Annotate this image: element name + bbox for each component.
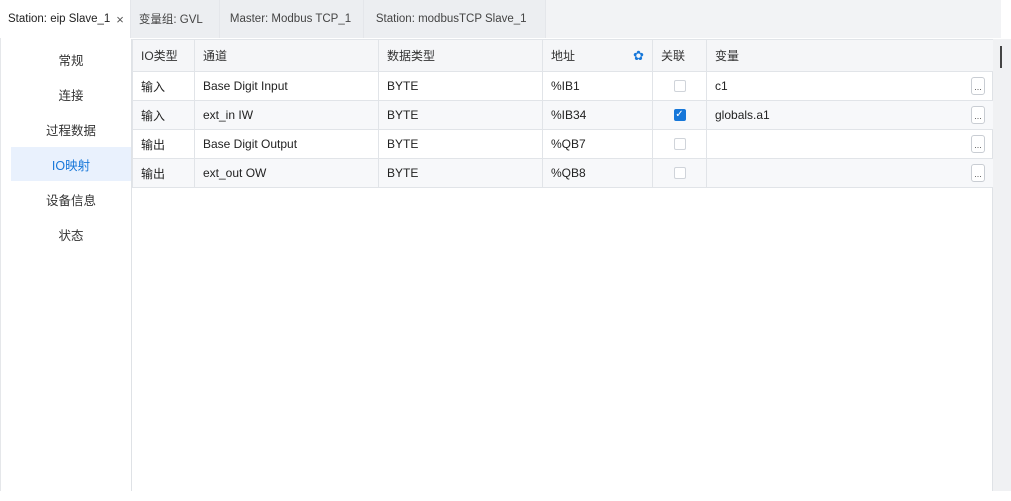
- sidebar-item-device-info[interactable]: 设备信息: [11, 182, 131, 216]
- sidebar-item-connection[interactable]: 连接: [11, 77, 131, 111]
- tab-label: Master: Modbus TCP_1: [229, 13, 352, 25]
- vertical-scrollbar[interactable]: [993, 39, 1011, 491]
- cell-address: %QB7: [542, 129, 653, 159]
- cell-channel: ext_out OW: [194, 158, 379, 188]
- col-header-linked[interactable]: 关联: [652, 39, 707, 72]
- io-mapping-table: IO类型 通道 数据类型 地址 ✿ 关联 变量 输入 Base Digit In…: [131, 39, 994, 491]
- browse-variable-button[interactable]: ...: [971, 77, 985, 95]
- sidebar: 常规 连接 过程数据 IO映射 设备信息 状态: [11, 38, 131, 491]
- cell-channel: Base Digit Input: [194, 71, 379, 101]
- cell-data-type: BYTE: [378, 100, 543, 130]
- cell-variable[interactable]: globals.a1...: [706, 100, 994, 130]
- cell-address: %IB1: [542, 71, 653, 101]
- col-header-variable[interactable]: 变量: [706, 39, 994, 72]
- table-row[interactable]: 输入 Base Digit Input BYTE %IB1 c1...: [132, 71, 994, 101]
- linked-checkbox[interactable]: [673, 138, 686, 150]
- variable-value: c1: [715, 79, 728, 93]
- tab-bar: Station: eip Slave_1 × 变量组: GVL Master: …: [0, 0, 1001, 38]
- cell-address: %IB34: [542, 100, 653, 130]
- table-row[interactable]: 输出 ext_out OW BYTE %QB8 ...: [132, 158, 994, 188]
- table-row[interactable]: 输入 ext_in IW BYTE %IB34 ✓ globals.a1...: [132, 100, 994, 130]
- cell-data-type: BYTE: [378, 71, 543, 101]
- sidebar-item-process-data[interactable]: 过程数据: [11, 112, 131, 146]
- sidebar-item-io-mapping[interactable]: IO映射: [11, 147, 131, 181]
- gear-icon[interactable]: ✿: [633, 48, 644, 64]
- cell-variable[interactable]: c1...: [706, 71, 994, 101]
- cell-io-type: 输入: [132, 100, 195, 130]
- cell-linked: [652, 129, 707, 159]
- io-table: IO类型 通道 数据类型 地址 ✿ 关联 变量 输入 Base Digit In…: [132, 39, 994, 188]
- sidebar-item-label: 过程数据: [45, 123, 96, 138]
- sidebar-item-label: 状态: [58, 228, 84, 243]
- tab-label: Station: eip Slave_1: [8, 13, 111, 25]
- browse-variable-button[interactable]: ...: [971, 164, 985, 182]
- cell-io-type: 输出: [132, 158, 195, 188]
- tab-modbus-master[interactable]: Master: Modbus TCP_1: [219, 0, 364, 38]
- cell-address: %QB8: [542, 158, 653, 188]
- sidebar-divider: [0, 38, 1, 491]
- tab-label: Station: modbusTCP Slave_1: [375, 13, 527, 25]
- cell-channel: Base Digit Output: [194, 129, 379, 159]
- linked-checkbox[interactable]: [673, 80, 686, 92]
- variable-value: globals.a1: [715, 108, 770, 122]
- scrollbar-thumb[interactable]: [1000, 46, 1002, 68]
- sidebar-item-label: IO映射: [51, 158, 91, 173]
- cell-data-type: BYTE: [378, 129, 543, 159]
- cell-variable[interactable]: ...: [706, 129, 994, 159]
- tab-eip-slave[interactable]: Station: eip Slave_1 ×: [0, 0, 131, 38]
- sidebar-item-label: 连接: [58, 88, 84, 103]
- cell-variable[interactable]: ...: [706, 158, 994, 188]
- col-header-channel[interactable]: 通道: [194, 39, 379, 72]
- sidebar-item-status[interactable]: 状态: [11, 217, 131, 251]
- linked-checkbox[interactable]: [673, 167, 686, 179]
- sidebar-item-general[interactable]: 常规: [11, 42, 131, 76]
- cell-data-type: BYTE: [378, 158, 543, 188]
- cell-linked: [652, 158, 707, 188]
- table-row[interactable]: 输出 Base Digit Output BYTE %QB7 ...: [132, 129, 994, 159]
- tab-modbus-slave[interactable]: Station: modbusTCP Slave_1: [363, 0, 546, 38]
- sidebar-item-label: 常规: [58, 53, 84, 68]
- browse-variable-button[interactable]: ...: [971, 135, 985, 153]
- linked-checkbox[interactable]: ✓: [673, 109, 686, 121]
- cell-linked: [652, 71, 707, 101]
- col-header-io-type[interactable]: IO类型: [132, 39, 195, 72]
- col-header-address[interactable]: 地址 ✿: [542, 39, 653, 72]
- check-icon: ✓: [675, 109, 684, 120]
- close-icon[interactable]: ×: [116, 12, 124, 27]
- col-header-address-label: 地址: [551, 49, 576, 63]
- cell-channel: ext_in IW: [194, 100, 379, 130]
- sidebar-item-label: 设备信息: [45, 193, 96, 208]
- cell-io-type: 输入: [132, 71, 195, 101]
- cell-io-type: 输出: [132, 129, 195, 159]
- table-header-row: IO类型 通道 数据类型 地址 ✿ 关联 变量: [132, 39, 994, 72]
- tab-label: 变量组: GVL: [138, 14, 203, 26]
- col-header-data-type[interactable]: 数据类型: [378, 39, 543, 72]
- tab-gvl[interactable]: 变量组: GVL: [130, 0, 220, 38]
- cell-linked: ✓: [652, 100, 707, 130]
- browse-variable-button[interactable]: ...: [971, 106, 985, 124]
